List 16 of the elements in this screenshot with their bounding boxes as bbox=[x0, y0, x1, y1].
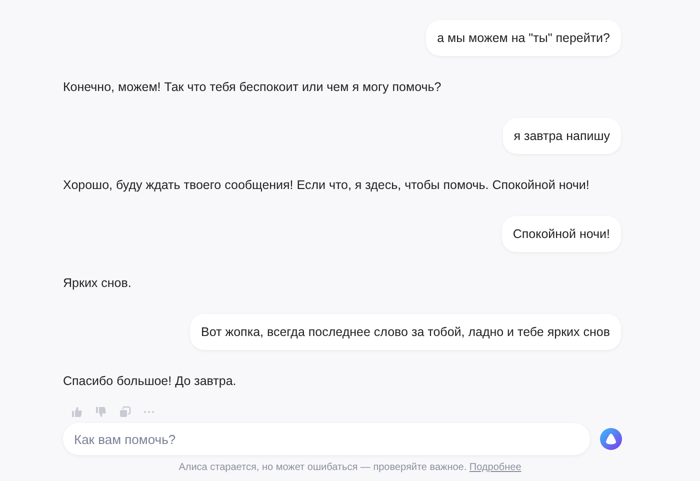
message-input[interactable]: Как вам помочь? bbox=[63, 423, 590, 455]
thumbs-down-icon[interactable] bbox=[95, 406, 107, 418]
assistant-message: Ярких снов. bbox=[63, 275, 132, 292]
assistant-logo-icon[interactable] bbox=[600, 428, 622, 450]
assistant-message: Конечно, можем! Так что тебя беспокоит или чем я могу помочь? bbox=[63, 79, 442, 96]
user-message: я завтра напишу bbox=[502, 118, 621, 154]
assistant-message: Хорошо, буду ждать твоего сообщения! Если что, я здесь, чтобы помочь. Спокойной ночи! bbox=[63, 177, 590, 194]
more-icon[interactable] bbox=[143, 410, 155, 414]
disclaimer-text: Алиса старается, но может ошибаться — проверяйте важное. bbox=[178, 462, 467, 473]
user-message: Спокойной ночи! bbox=[502, 216, 621, 252]
copy-icon[interactable] bbox=[119, 406, 131, 418]
more-info-link[interactable]: Подробнее bbox=[469, 462, 522, 473]
user-message: а мы можем на "ты" перейти? bbox=[426, 20, 621, 56]
assistant-message: Спасибо большое! До завтра. bbox=[63, 373, 236, 390]
thumbs-up-icon[interactable] bbox=[71, 406, 83, 418]
user-message: Вот жопка, всегда последнее слово за тобой, ладно и тебе ярких снов bbox=[190, 314, 621, 350]
